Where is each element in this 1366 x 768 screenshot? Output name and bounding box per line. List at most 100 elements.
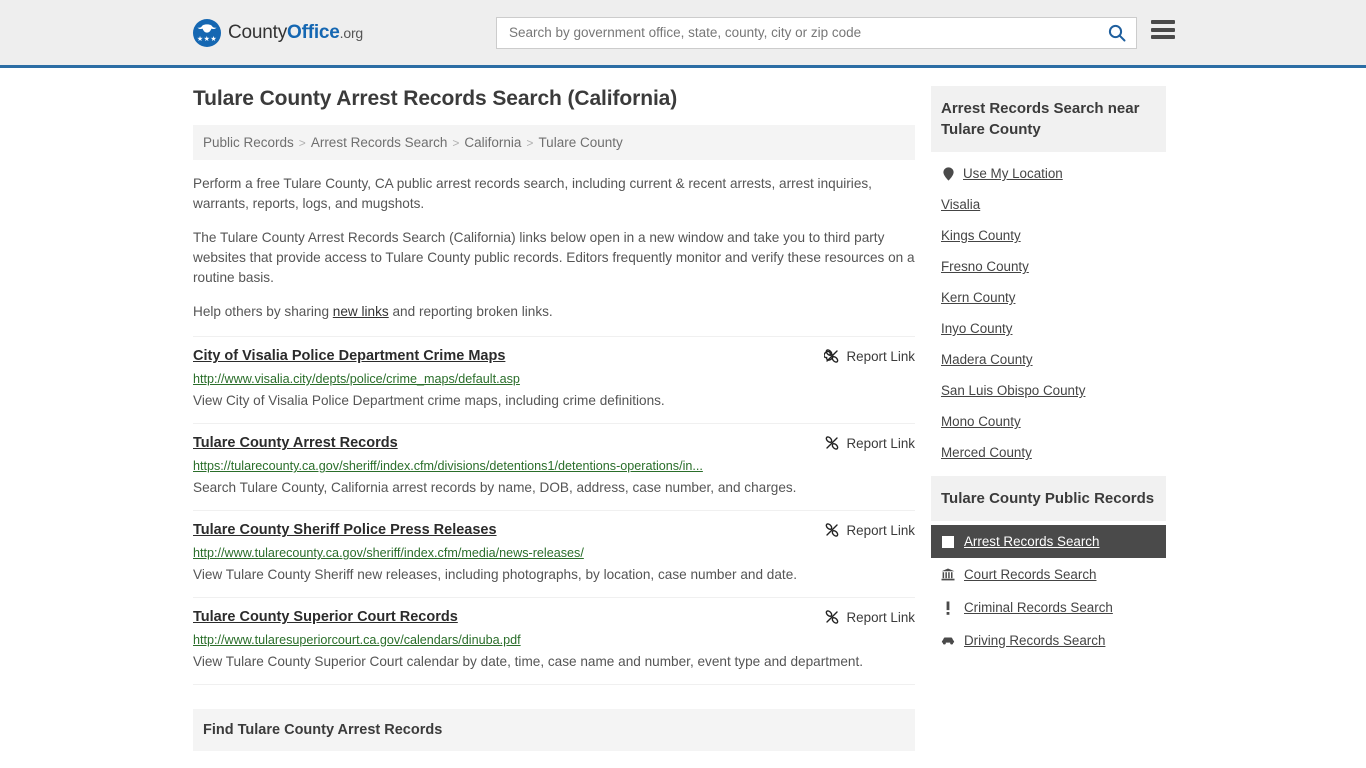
report-link-button[interactable]: Report Link: [824, 521, 915, 538]
hamburger-bar: [1151, 35, 1175, 39]
search-bar: [496, 16, 1137, 49]
sidebar-item-label[interactable]: Arrest Records Search: [964, 534, 1099, 549]
sidebar-item-court-records-search[interactable]: Court Records Search: [931, 558, 1166, 591]
page-title: Tulare County Arrest Records Search (Cal…: [193, 87, 678, 110]
sidebar-item-kern-county[interactable]: Kern County: [931, 282, 1166, 313]
site-header: ★★★ CountyOffice.org: [0, 0, 1366, 68]
report-link-label: Report Link: [846, 348, 915, 364]
result-title-link[interactable]: City of Visalia Police Department Crime …: [193, 347, 505, 366]
car-icon: [941, 636, 955, 646]
breadcrumb-item-california[interactable]: California: [464, 135, 521, 150]
sidebar-item-visalia[interactable]: Visalia: [931, 189, 1166, 220]
new-links-link[interactable]: new links: [333, 304, 389, 319]
sidebar-item-label[interactable]: Mono County: [941, 414, 1021, 429]
intro-paragraph-2: The Tulare County Arrest Records Search …: [193, 230, 915, 286]
intro-paragraph-help: Help others by sharing new links and rep…: [193, 302, 915, 322]
search-icon: [1108, 24, 1126, 41]
public-records-list: Arrest Records Search Court Records Sear…: [931, 521, 1166, 657]
result-title-link[interactable]: Tulare County Superior Court Records: [193, 608, 458, 627]
sidebar-item-label[interactable]: Use My Location: [963, 166, 1063, 181]
result-item: Tulare County Sheriff Police Press Relea…: [193, 511, 915, 599]
help-suffix: and reporting broken links.: [388, 304, 553, 320]
result-url[interactable]: http://www.tularesuperiorcourt.ca.gov/ca…: [193, 632, 915, 648]
sidebar-item-label[interactable]: Fresno County: [941, 259, 1029, 274]
brand-text: CountyOffice.org: [228, 22, 363, 44]
sidebar-item-label[interactable]: Court Records Search: [964, 567, 1096, 582]
find-records-section: Find Tulare County Arrest Records: [193, 709, 915, 752]
help-prefix: Help others by sharing: [193, 304, 333, 320]
result-url[interactable]: http://www.tularecounty.ca.gov/sheriff/i…: [193, 545, 915, 561]
broken-link-icon: [825, 610, 838, 624]
sidebar-item-label[interactable]: San Luis Obispo County: [941, 383, 1085, 398]
logo-stars: ★★★: [196, 35, 218, 43]
breadcrumb-separator-icon: >: [526, 135, 534, 150]
sidebar-item-driving-records-search[interactable]: Driving Records Search: [931, 624, 1166, 657]
report-link-button[interactable]: Report Link: [823, 347, 915, 364]
result-description: View Tulare County Sheriff new releases,…: [193, 567, 798, 583]
sidebar-item-label[interactable]: Visalia: [941, 197, 980, 212]
site-logo[interactable]: ★★★ CountyOffice.org: [193, 18, 363, 47]
breadcrumb: Public Records > Arrest Records Search >…: [193, 125, 915, 161]
search-box: [496, 16, 1137, 49]
broken-link-icon: [825, 436, 838, 450]
map-pin-icon: [941, 166, 955, 181]
nearby-searches-header: Arrest Records Search near Tulare County: [931, 86, 1166, 152]
sidebar-item-inyo-county[interactable]: Inyo County: [931, 313, 1166, 344]
sidebar-item-label[interactable]: Merced County: [941, 445, 1032, 460]
report-link-label: Report Link: [846, 435, 915, 451]
brand-part-org: .org: [339, 24, 364, 41]
sidebar: Arrest Records Search near Tulare County…: [931, 86, 1166, 751]
hamburger-bar: [1151, 20, 1175, 24]
report-link-label: Report Link: [846, 609, 915, 625]
breadcrumb-item-arrest-records-search[interactable]: Arrest Records Search: [311, 135, 448, 150]
result-description: View City of Visalia Police Department c…: [193, 393, 665, 409]
broken-link-icon: [825, 523, 838, 537]
sidebar-item-label[interactable]: Driving Records Search: [964, 633, 1105, 648]
breadcrumb-item-tulare-county[interactable]: Tulare County: [538, 135, 622, 150]
sidebar-item-mono-county[interactable]: Mono County: [931, 406, 1166, 437]
result-title-link[interactable]: Tulare County Sheriff Police Press Relea…: [193, 521, 497, 540]
results-list: City of Visalia Police Department Crime …: [193, 336, 915, 686]
report-link-label: Report Link: [846, 522, 915, 538]
eagle-shield-logo-icon: ★★★: [193, 18, 221, 47]
exclamation-icon: [941, 601, 955, 615]
result-url[interactable]: https://tularecounty.ca.gov/sheriff/inde…: [193, 458, 915, 474]
sidebar-item-merced-county[interactable]: Merced County: [931, 437, 1166, 468]
intro-paragraph-1: Perform a free Tulare County, CA public …: [193, 176, 872, 212]
sidebar-item-label[interactable]: Madera County: [941, 352, 1033, 367]
sidebar-item-label[interactable]: Kings County: [941, 228, 1021, 243]
result-title-link[interactable]: Tulare County Arrest Records: [193, 434, 398, 453]
sidebar-item-criminal-records-search[interactable]: Criminal Records Search: [931, 591, 1166, 624]
sidebar-item-label[interactable]: Criminal Records Search: [964, 600, 1113, 615]
search-input[interactable]: [507, 18, 1106, 47]
nearby-searches-card: Arrest Records Search near Tulare County…: [931, 86, 1166, 468]
breadcrumb-item-public-records[interactable]: Public Records: [203, 135, 294, 150]
courthouse-icon: [941, 568, 955, 581]
eagle-glyph: [197, 23, 217, 33]
brand-part-county: County: [228, 21, 288, 43]
result-description: View Tulare County Superior Court calend…: [193, 654, 864, 670]
broken-link-icon: [823, 349, 838, 363]
main-content: Tulare County Arrest Records Search (Cal…: [193, 86, 915, 752]
report-link-button[interactable]: Report Link: [824, 434, 915, 451]
public-records-card: Tulare County Public Records Arrest Reco…: [931, 476, 1166, 657]
nearby-searches-list: Use My Location Visalia Kings County Fre…: [931, 152, 1166, 468]
sidebar-item-madera-county[interactable]: Madera County: [931, 344, 1166, 375]
sidebar-item-use-my-location[interactable]: Use My Location: [931, 158, 1166, 189]
sidebar-item-fresno-county[interactable]: Fresno County: [931, 251, 1166, 282]
sidebar-item-label[interactable]: Kern County: [941, 290, 1015, 305]
sidebar-item-san-luis-obispo-county[interactable]: San Luis Obispo County: [931, 375, 1166, 406]
result-url[interactable]: http://www.visalia.city/depts/police/cri…: [193, 371, 915, 387]
intro-text: Perform a free Tulare County, CA public …: [193, 174, 915, 322]
result-item: Tulare County Superior Court Records Rep…: [193, 598, 915, 686]
hamburger-menu-icon[interactable]: [1151, 20, 1175, 39]
result-description: Search Tulare County, California arrest …: [193, 480, 797, 496]
breadcrumb-separator-icon: >: [298, 135, 306, 150]
page-container: Tulare County Arrest Records Search (Cal…: [0, 68, 1366, 752]
sidebar-item-arrest-records-search[interactable]: Arrest Records Search: [931, 525, 1166, 558]
sidebar-item-label[interactable]: Inyo County: [941, 321, 1012, 336]
brand-part-office: Office: [287, 21, 340, 43]
search-button[interactable]: [1106, 22, 1128, 44]
sidebar-item-kings-county[interactable]: Kings County: [931, 220, 1166, 251]
report-link-button[interactable]: Report Link: [824, 608, 915, 625]
